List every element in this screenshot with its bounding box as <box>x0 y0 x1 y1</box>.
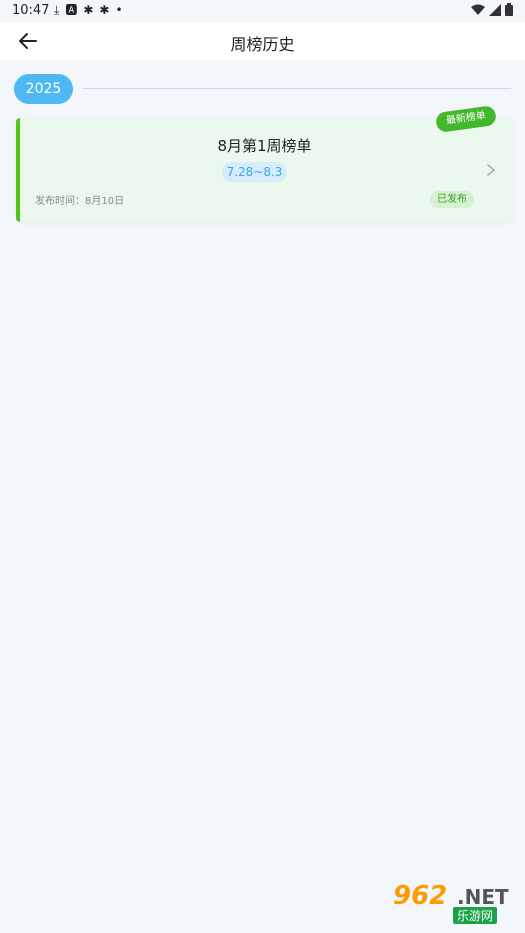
page-title: 周榜历史 <box>230 35 295 54</box>
status-system-icons <box>471 3 513 16</box>
signal-icon <box>489 3 501 16</box>
app-bar: 周榜历史 <box>0 22 525 60</box>
status-time: 10:47 <box>12 3 50 18</box>
dot-icon: • <box>115 3 123 17</box>
weekly-ranking-card[interactable]: 8月第1周榜单 7.28~8.3 发布时间：8月10日 已发布 最新榜单 <box>16 104 513 222</box>
site-watermark: 962 .NET 乐游网 <box>387 881 517 927</box>
card-title: 8月第1周榜单 <box>217 137 312 155</box>
bug-icon: ✱ <box>83 3 94 17</box>
timeline-year-row: 2025 <box>14 74 511 104</box>
watermark-domain: .NET <box>457 885 509 909</box>
date-range-badge: 7.28~8.3 <box>222 162 287 182</box>
wifi-icon <box>471 4 485 15</box>
latest-ranking-tag: 最新榜单 <box>434 104 498 134</box>
battery-icon <box>505 3 513 16</box>
chevron-right-icon <box>487 164 496 176</box>
download-icon: ⤓ <box>54 3 60 17</box>
status-bar: 10:47 ⤓ 🅰 ✱ ✱ • <box>0 0 525 22</box>
status-notification-icons: ⤓ 🅰 ✱ ✱ • <box>54 2 123 18</box>
watermark-site-name: 乐游网 <box>453 907 498 924</box>
status-badge: 已发布 <box>430 191 474 208</box>
watermark-number: 962 <box>393 881 448 911</box>
bug-icon: ✱ <box>99 3 110 17</box>
a-icon: 🅰 <box>65 3 78 17</box>
year-badge: 2025 <box>14 74 73 104</box>
timeline-divider <box>82 88 511 89</box>
publish-time: 发布时间：8月10日 <box>35 196 125 207</box>
card-accent-stripe <box>16 118 20 222</box>
